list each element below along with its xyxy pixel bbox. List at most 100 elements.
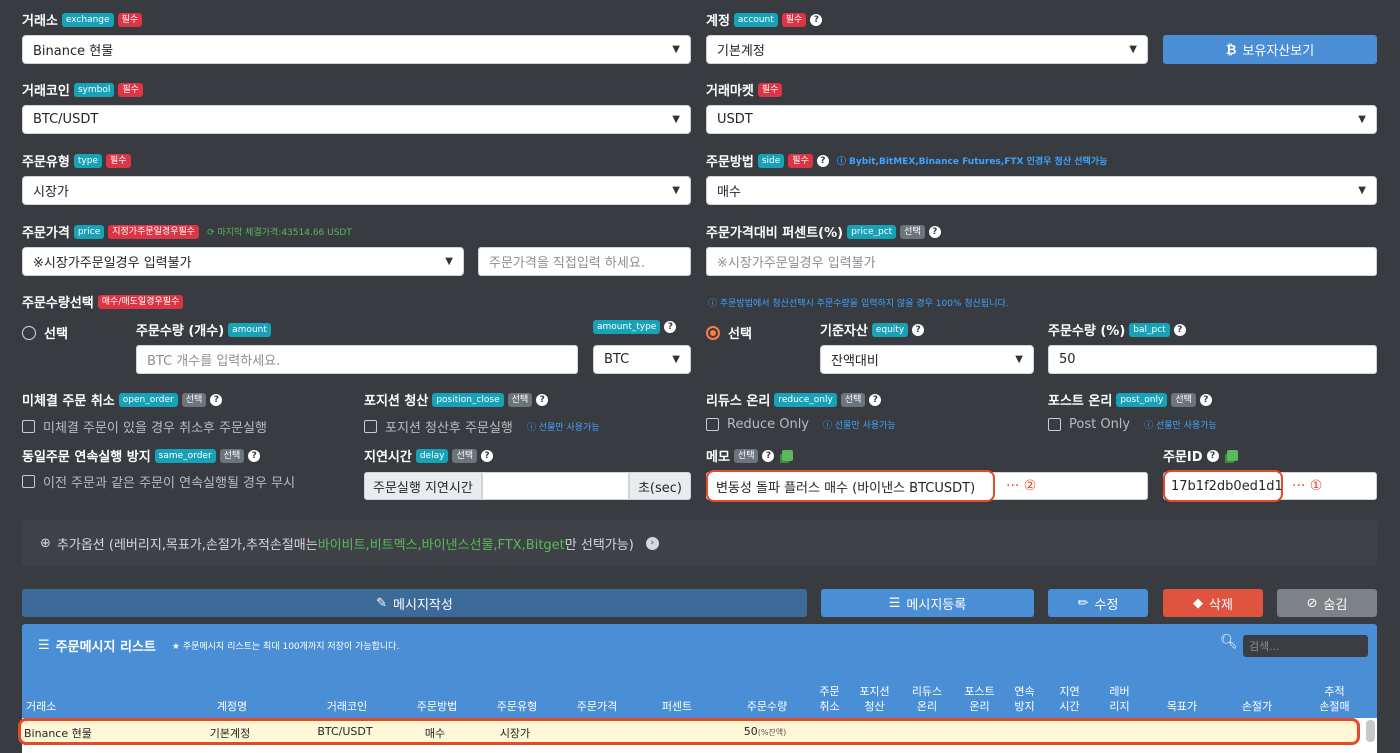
exchange-select[interactable]: Binance 현물 ▼ (22, 35, 691, 64)
help-icon[interactable]: ? (762, 449, 775, 462)
symbol-select[interactable]: BTC/USDT ▼ (22, 105, 691, 134)
delay-suffix: 초(sec) (628, 472, 691, 500)
column-header[interactable]: 리듀스 온리 (902, 684, 952, 714)
column-header[interactable]: 지연 시간 (1047, 684, 1092, 714)
extra-prefix: 추가옵션 (레버리지,목표가,손절가,추적손절매는 (56, 537, 318, 553)
futures-only-note: ⓘ 선물만 사용가능 (823, 421, 896, 431)
price-pct-input[interactable]: ※시장가주문일경우 입력불가 (706, 247, 1377, 276)
edit-button[interactable]: ✏ 수정 (1048, 589, 1148, 617)
reduce-only-checkbox[interactable]: Reduce Only ⓘ 선물만 사용가능 (706, 417, 896, 432)
list-icon: ☰ (888, 595, 901, 611)
asset-view-button[interactable]: ₿ 보유자산보기 (1163, 35, 1377, 64)
amount-select-label: 주문수량선택 매수/매도일경우필수 (22, 292, 184, 311)
column-header[interactable]: 포지션 청산 (852, 684, 897, 714)
column-header[interactable]: 거래코인 (302, 699, 392, 714)
amount-input[interactable]: BTC 개수를 입력하세요. (136, 345, 578, 374)
extra-options-toggle[interactable]: ⊕ 추가옵션 (레버리지,목표가,손절가,추적손절매는 바이비트,비트멕스,바이… (22, 520, 1377, 566)
exchange-label: 거래소 exchange 필수 (22, 10, 143, 29)
market-label-text: 거래마켓 (706, 84, 754, 99)
column-header[interactable]: 연속 방지 (1007, 684, 1042, 714)
help-icon[interactable]: ? (248, 449, 261, 462)
table-row[interactable]: Binance 현물 기본계정 BTC/USDT 매수 시장가 50(%잔액) (18, 718, 1360, 745)
column-header[interactable]: 주문유형 (482, 699, 552, 714)
hide-button[interactable]: ⊘ 숨김 (1277, 589, 1377, 617)
post-only-checkbox[interactable]: Post Only ⓘ 선물만 사용가능 (1048, 417, 1217, 432)
open-order-checkbox[interactable]: 미체결 주문이 있을 경우 취소후 주문실행 (22, 417, 267, 436)
market-select[interactable]: USDT ▼ (706, 105, 1377, 134)
list-note-text: 주문메시지 리스트는 최대 100개까지 저장이 가능합니다. (182, 642, 400, 652)
help-icon[interactable]: ? (869, 393, 882, 406)
edit-icon: ✎ (376, 595, 388, 611)
column-header[interactable]: 주문방법 (402, 699, 472, 714)
open-order-label: 미체결 주문 취소 open_order 선택 ? (22, 390, 223, 409)
equity-radio-label: 선택 (728, 327, 752, 342)
radio-button-selected[interactable] (706, 325, 720, 340)
column-header[interactable]: 주문수량 (722, 699, 812, 714)
radio-button[interactable] (22, 325, 36, 340)
help-icon[interactable]: ? (912, 323, 925, 336)
column-header[interactable]: 레버 리지 (1097, 684, 1142, 714)
chevron-down-icon: ▼ (1129, 44, 1137, 55)
amount-radio-option[interactable]: 선택 (22, 323, 68, 342)
help-icon[interactable]: ? (1199, 393, 1212, 406)
column-header[interactable]: 손절가 (1222, 699, 1292, 714)
checkbox[interactable] (364, 420, 377, 433)
help-icon[interactable]: ? (1206, 449, 1219, 462)
order-type-select[interactable]: 시장가 ▼ (22, 176, 691, 205)
scrollbar[interactable] (1366, 720, 1375, 742)
column-header[interactable]: 목표가 (1147, 699, 1217, 714)
delete-button[interactable]: ◆ 삭제 (1163, 589, 1263, 617)
position-close-checkbox[interactable]: 포지션 청산후 주문실행 ⓘ 선물만 사용가능 (364, 417, 600, 436)
copy-icon[interactable] (1226, 450, 1238, 461)
help-icon[interactable]: ? (664, 321, 677, 333)
help-icon[interactable]: ? (1173, 323, 1186, 336)
symbol-label: 거래코인 symbol 필수 (22, 80, 143, 99)
help-icon[interactable]: ? (810, 13, 823, 26)
column-header[interactable]: 추적 손절매 (1302, 684, 1367, 714)
chevron-down-icon: ▼ (672, 185, 680, 196)
same-order-checkbox[interactable]: 이전 주문과 같은 주문이 연속실행될 경우 무시 (22, 472, 295, 491)
account-select[interactable]: 기본계정 ▼ (706, 35, 1148, 64)
checkbox[interactable] (22, 475, 35, 488)
required-tag: 필수 (788, 153, 813, 168)
help-icon[interactable]: ? (481, 449, 493, 462)
column-header[interactable]: 거래소 (26, 699, 166, 714)
extra-exchanges: 바이비트,비트멕스,바이낸스선물,FTX,Bitget (317, 537, 565, 553)
order-id-value: 17b1f2db0ed1d1 (1171, 478, 1283, 494)
column-header[interactable]: 주문 취소 (812, 684, 847, 714)
amount-type-select[interactable]: BTC ▼ (593, 345, 691, 374)
help-icon[interactable]: ? (928, 225, 941, 238)
bal-pct-input[interactable]: 50 (1048, 345, 1377, 374)
column-header[interactable]: 주문가격 (562, 699, 632, 714)
equity-select[interactable]: 잔액대비 ▼ (820, 345, 1034, 374)
required-tag: 필수 (118, 82, 143, 97)
pencil-icon: ✏ (1077, 595, 1089, 611)
table-header: 거래소 계정명 거래코인 주문방법 주문유형 주문가격 퍼센트 주문수량 주문 취소 포지션 청산… (22, 678, 1377, 718)
side-select[interactable]: 매수 ▼ (706, 176, 1377, 205)
side-tag: side (757, 153, 785, 168)
help-icon[interactable]: ? (210, 393, 223, 406)
column-header[interactable]: 계정명 (172, 699, 292, 714)
checkbox[interactable] (1048, 418, 1061, 431)
write-message-button[interactable]: ✎ 메시지작성 (22, 589, 807, 617)
delay-input[interactable] (481, 472, 629, 500)
column-header[interactable]: 포스트 온리 (957, 684, 1002, 714)
equity-radio-option[interactable]: 선택 (706, 323, 752, 342)
table-cell: BTC/USDT (317, 725, 373, 738)
column-header[interactable]: 퍼센트 (642, 699, 712, 714)
copy-icon[interactable] (782, 450, 794, 461)
price-select[interactable]: ※시장가주문일경우 입력불가 ▼ (22, 247, 464, 276)
help-icon[interactable]: ? (816, 154, 829, 167)
list-title: 주문메시지 리스트 (55, 640, 156, 655)
checkbox[interactable] (22, 420, 35, 433)
price-input[interactable]: 주문가격을 직접입력 하세요. (478, 247, 691, 276)
checkbox[interactable] (706, 418, 719, 431)
position-close-label-text: 포지션 청산 (364, 394, 429, 409)
search-input[interactable]: 검색... (1243, 635, 1368, 657)
bal-pct-tag: bal_pct (1129, 322, 1170, 337)
table-cell: 시장가 (499, 727, 531, 740)
register-message-button[interactable]: ☰ 메시지등록 (821, 589, 1034, 617)
same-order-label: 동일주문 연속실행 방지 same_order 선택 ? (22, 446, 261, 465)
help-icon[interactable]: ? (536, 393, 549, 406)
price-tag: price (73, 224, 105, 239)
